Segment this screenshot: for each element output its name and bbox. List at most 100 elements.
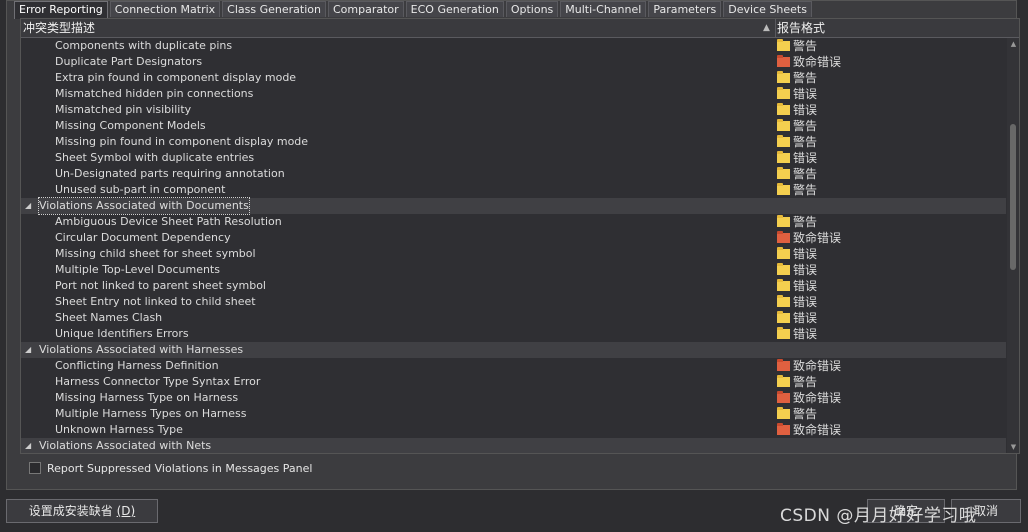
column-header-format[interactable]: 报告格式 [777,19,825,37]
violation-label: Missing pin found in component display m… [55,135,309,148]
table-body: Components with duplicate pins 警告 Duplicat… [21,38,1006,453]
report-mode-label: 致命错误 [793,359,842,373]
report-mode-dropdown[interactable]: 错误 [777,278,817,294]
violation-label: Mismatched hidden pin connections [55,87,254,100]
folder-icon [777,103,790,115]
folder-icon [777,231,790,243]
violation-row[interactable]: Conflicting Harness Definition 致命错误 [21,358,1006,374]
violation-row[interactable]: Sheet Names Clash 错误 [21,310,1006,326]
report-mode-label: 错误 [793,87,818,101]
group-row[interactable]: ◢ Violations Associated with Harnesses [21,342,1006,358]
violation-row[interactable]: Multiple Harness Types on Harness 警告 [21,406,1006,422]
violation-label: Harness Connector Type Syntax Error [55,375,261,388]
report-mode-dropdown[interactable]: 错误 [777,262,817,278]
report-mode-dropdown[interactable]: 警告 [777,406,817,422]
scroll-up-icon[interactable]: ▲ [1007,38,1019,51]
tab-device-sheets[interactable]: Device Sheets [723,1,812,17]
report-mode-dropdown[interactable]: 错误 [777,310,817,326]
violation-row[interactable]: Harness Connector Type Syntax Error 警告 [21,374,1006,390]
violation-label: Unknown Harness Type [55,423,183,436]
set-defaults-button[interactable]: 设置成安装缺省 (D) [6,499,158,523]
violation-row[interactable]: Missing child sheet for sheet symbol 错误 [21,246,1006,262]
violation-row[interactable]: Missing Harness Type on Harness 致命错误 [21,390,1006,406]
report-mode-dropdown[interactable]: 警告 [777,182,817,198]
report-mode-dropdown[interactable]: 错误 [777,102,817,118]
violation-row[interactable]: Mismatched hidden pin connections 错误 [21,86,1006,102]
violation-row[interactable]: Unique Identifiers Errors 错误 [21,326,1006,342]
violation-row[interactable]: Components with duplicate pins 警告 [21,38,1006,54]
folder-icon [777,247,790,259]
violation-row[interactable]: Sheet Symbol with duplicate entries 错误 [21,150,1006,166]
report-mode-label: 警告 [793,407,818,421]
report-mode-dropdown[interactable]: 错误 [777,86,817,102]
group-label: Violations Associated with Harnesses [39,343,244,356]
column-divider[interactable] [775,19,776,37]
folder-icon [777,71,790,83]
folder-icon [777,87,790,99]
violation-label: Multiple Top-Level Documents [55,263,220,276]
violation-label: Ambiguous Device Sheet Path Resolution [55,215,282,228]
report-mode-label: 致命错误 [793,55,842,69]
sort-arrow-icon: ▲ [763,23,770,33]
report-suppressed-checkbox[interactable] [29,462,41,474]
collapse-triangle-icon[interactable]: ◢ [25,342,31,358]
violation-row[interactable]: Extra pin found in component display mod… [21,70,1006,86]
violation-row[interactable]: Duplicate Part Designators 致命错误 [21,54,1006,70]
tab-comparator[interactable]: Comparator [327,1,404,17]
report-mode-dropdown[interactable]: 致命错误 [777,422,841,438]
tab-options[interactable]: Options [505,1,559,17]
tab-connection-matrix[interactable]: Connection Matrix [109,1,221,17]
report-mode-dropdown[interactable]: 警告 [777,38,817,54]
violation-row[interactable]: Ambiguous Device Sheet Path Resolution 警告 [21,214,1006,230]
report-mode-dropdown[interactable]: 错误 [777,246,817,262]
report-mode-dropdown[interactable]: 致命错误 [777,358,841,374]
tab-class-generation[interactable]: Class Generation [222,1,326,17]
report-mode-dropdown[interactable]: 警告 [777,374,817,390]
report-mode-dropdown[interactable]: 错误 [777,150,817,166]
collapse-triangle-icon[interactable]: ◢ [25,438,31,453]
violation-row[interactable]: Port not linked to parent sheet symbol 错误 [21,278,1006,294]
tab-eco-generation[interactable]: ECO Generation [405,1,504,17]
violation-row[interactable]: Missing pin found in component display m… [21,134,1006,150]
report-mode-dropdown[interactable]: 警告 [777,118,817,134]
report-mode-label: 警告 [793,375,818,389]
column-header-type[interactable]: 冲突类型描述 [23,19,95,37]
table-header: 冲突类型描述 ▲ 报告格式 [21,19,1019,38]
folder-icon [777,167,790,179]
report-mode-dropdown[interactable]: 警告 [777,70,817,86]
report-mode-dropdown[interactable]: 错误 [777,294,817,310]
report-mode-dropdown[interactable]: 致命错误 [777,230,841,246]
scroll-down-icon[interactable]: ▼ [1007,441,1019,453]
group-row[interactable]: ◢ Violations Associated with Documents [21,197,1006,215]
violation-row[interactable]: Un-Designated parts requiring annotation… [21,166,1006,182]
tab-error-reporting[interactable]: Error Reporting [14,1,108,19]
report-mode-dropdown[interactable]: 致命错误 [777,390,841,406]
violation-row[interactable]: Mismatched pin visibility 错误 [21,102,1006,118]
report-suppressed-option[interactable]: Report Suppressed Violations in Messages… [29,460,312,476]
tab-parameters[interactable]: Parameters [648,1,722,17]
violation-row[interactable]: Circular Document Dependency 致命错误 [21,230,1006,246]
report-mode-dropdown[interactable]: 警告 [777,166,817,182]
violation-label: Missing child sheet for sheet symbol [55,247,256,260]
violation-row[interactable]: Missing Component Models 警告 [21,118,1006,134]
report-mode-dropdown[interactable]: 警告 [777,134,817,150]
violation-row[interactable]: Unknown Harness Type 致命错误 [21,422,1006,438]
report-mode-dropdown[interactable]: 警告 [777,214,817,230]
scroll-thumb[interactable] [1010,124,1016,270]
report-mode-dropdown[interactable]: 错误 [777,326,817,342]
tab-multi-channel[interactable]: Multi-Channel [560,1,647,17]
violation-row[interactable]: Unused sub-part in component 警告 [21,182,1006,198]
folder-icon [777,407,790,419]
group-row[interactable]: ◢ Violations Associated with Nets [21,438,1006,453]
report-mode-label: 致命错误 [793,231,842,245]
violation-row[interactable]: Sheet Entry not linked to child sheet 错误 [21,294,1006,310]
report-mode-dropdown[interactable]: 致命错误 [777,54,841,70]
violation-label: Unused sub-part in component [55,183,226,196]
folder-icon [777,279,790,291]
violation-label: Un-Designated parts requiring annotation [55,167,285,180]
vertical-scrollbar[interactable]: ▲ ▼ [1007,38,1019,453]
collapse-triangle-icon[interactable]: ◢ [25,198,31,214]
violation-label: Sheet Symbol with duplicate entries [55,151,255,164]
violation-row[interactable]: Multiple Top-Level Documents 错误 [21,262,1006,278]
set-defaults-shortcut: (D) [116,504,136,518]
